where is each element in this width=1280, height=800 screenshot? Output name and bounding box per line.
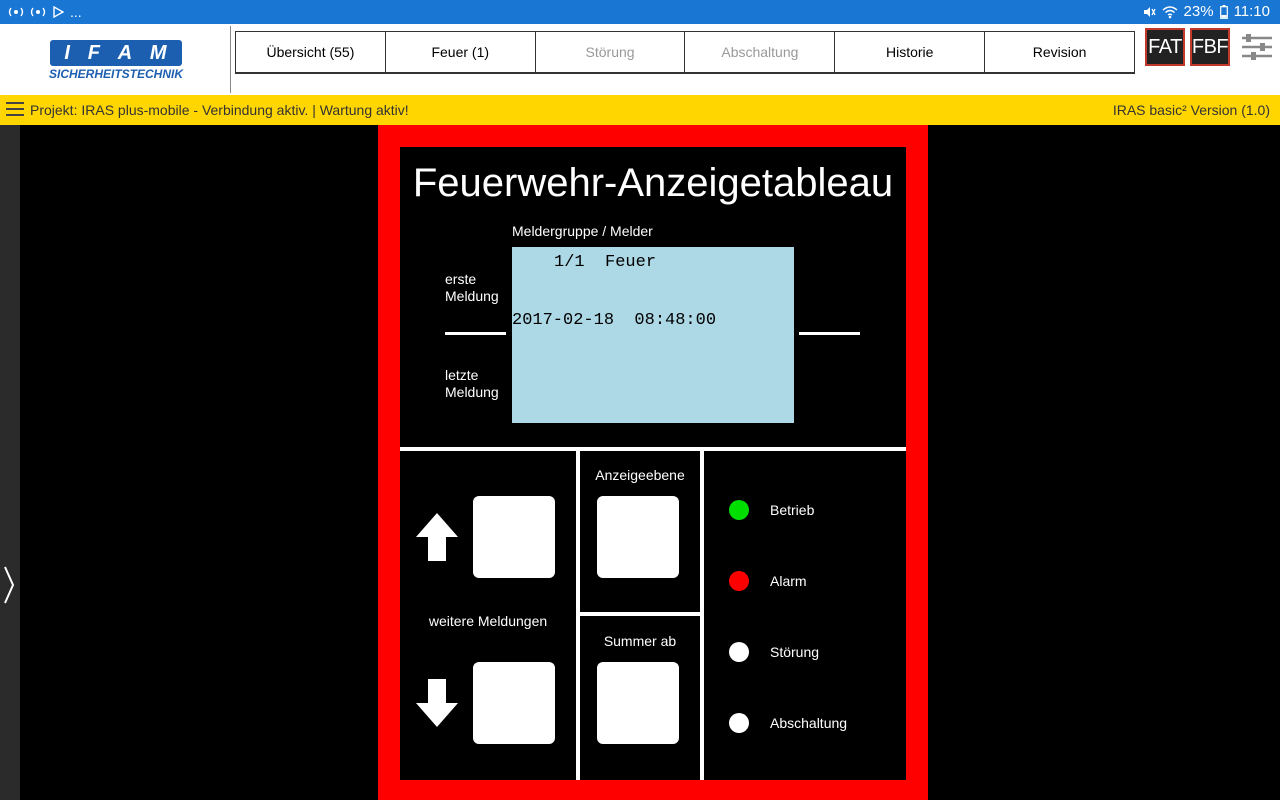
panel-divider <box>580 612 700 616</box>
logo-letter: F <box>87 41 101 64</box>
display-line-2: 2017-02-18 08:48:00 <box>512 311 717 330</box>
logo-letter: I <box>64 41 71 64</box>
led-alarm <box>729 571 749 591</box>
erste-meldung-label: erste Meldung <box>445 271 499 304</box>
tab-historie[interactable]: Historie <box>835 32 986 72</box>
led-abschaltung <box>729 713 749 733</box>
anzeigeebene-label: Anzeigeebene <box>595 467 685 483</box>
scroll-up-button[interactable] <box>473 496 555 578</box>
panel-divider <box>400 447 906 451</box>
divider-right <box>799 332 860 335</box>
summer-ab-button[interactable] <box>597 662 679 744</box>
led-label-stoerung: Störung <box>770 644 820 660</box>
signal-icon <box>8 7 24 17</box>
tab-abschaltung[interactable]: Abschaltung <box>685 32 836 72</box>
tab-uebersicht[interactable]: Übersicht (55) <box>236 32 386 72</box>
anzeigeebene-button[interactable] <box>597 496 679 578</box>
tab-stoerung[interactable]: Störung <box>535 32 686 72</box>
tab-underline <box>235 72 1135 74</box>
fbf-button[interactable]: FBF <box>1190 28 1230 66</box>
led-label-betrieb: Betrieb <box>770 502 815 518</box>
status-left: ... <box>8 4 82 20</box>
wifi-icon <box>1162 5 1177 18</box>
signal-icon <box>30 7 46 17</box>
drawer-handle[interactable] <box>0 125 20 800</box>
scroll-down-button[interactable] <box>473 662 555 744</box>
battery-percent: 23% <box>1183 3 1214 20</box>
led-label-alarm: Alarm <box>770 573 807 589</box>
info-bar: Projekt: IRAS plus-mobile - Verbindung a… <box>0 95 1280 125</box>
status-bar: ... 23% 11:10 <box>0 0 1280 24</box>
ifam-logo: I F A M SICHERHEITSTECHNIK <box>48 40 184 82</box>
tab-feuer[interactable]: Feuer (1) <box>385 32 536 72</box>
mute-icon <box>1143 6 1156 17</box>
overflow-indicator: ... <box>70 4 82 20</box>
arrow-up-icon <box>416 513 458 561</box>
arrow-down-icon <box>416 679 458 727</box>
header-divider <box>230 26 231 93</box>
status-right: 23% 11:10 <box>1142 3 1270 20</box>
battery-icon <box>1219 4 1228 19</box>
divider-left <box>445 332 506 335</box>
chevron-right-icon <box>4 566 15 604</box>
menu-icon[interactable] <box>6 102 24 118</box>
play-icon <box>53 6 64 18</box>
app-header: I F A M SICHERHEITSTECHNIK Übersicht (55… <box>0 24 1280 95</box>
weitere-meldungen-label: weitere Meldungen <box>428 613 548 629</box>
fire-brigade-panel: Feuerwehr-Anzeigetableau Meldergruppe / … <box>400 147 906 780</box>
message-display: 1/1 Feuer 2017-02-18 08:48:00 <box>512 247 794 423</box>
fat-button[interactable]: FAT <box>1145 28 1185 66</box>
meldergruppe-label: Meldergruppe / Melder <box>512 223 653 239</box>
panel-divider <box>700 451 704 780</box>
sliders-icon[interactable] <box>1240 30 1274 64</box>
led-stoerung <box>729 642 749 662</box>
version-label: IRAS basic² Version (1.0) <box>1112 102 1270 118</box>
panel-title: Feuerwehr-Anzeigetableau <box>412 161 894 205</box>
logo-letters: I F A M <box>50 40 182 66</box>
project-status: Projekt: IRAS plus-mobile - Verbindung a… <box>30 102 409 118</box>
tab-revision[interactable]: Revision <box>985 32 1135 72</box>
display-line-1: 1/1 Feuer <box>554 253 657 272</box>
summer-ab-label: Summer ab <box>603 633 677 649</box>
led-betrieb <box>729 500 749 520</box>
letzte-meldung-label: letzte Meldung <box>445 367 499 400</box>
led-label-abschaltung: Abschaltung <box>770 715 848 731</box>
tab-bar: Übersicht (55) Feuer (1) Störung Abschal… <box>235 31 1135 73</box>
logo-letter: M <box>149 41 168 64</box>
clock: 11:10 <box>1233 3 1270 20</box>
logo-subtitle: SICHERHEITSTECHNIK <box>48 67 183 81</box>
logo-letter: A <box>117 41 134 64</box>
